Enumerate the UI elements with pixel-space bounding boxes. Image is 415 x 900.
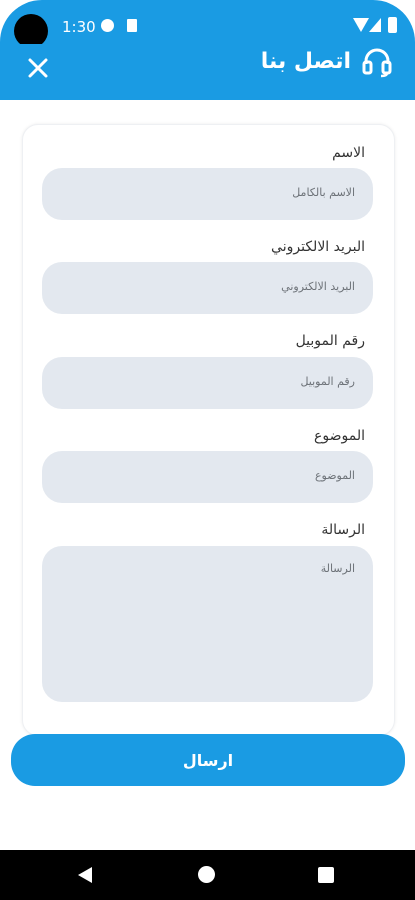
status-icons bbox=[341, 17, 401, 35]
name-field[interactable]: الاسم بالكامل bbox=[42, 168, 373, 220]
message-placeholder: الرسالة bbox=[320, 562, 355, 575]
headset-icon bbox=[362, 48, 392, 78]
app-bar: اتصل بنا bbox=[0, 44, 415, 100]
submit-button[interactable]: ارسال bbox=[11, 734, 405, 786]
home-icon[interactable] bbox=[198, 866, 215, 883]
close-icon bbox=[28, 58, 48, 78]
mobile-field[interactable]: رقم الموبيل bbox=[42, 357, 373, 409]
signal-icon bbox=[369, 18, 381, 32]
battery-icon bbox=[388, 17, 397, 33]
recents-icon[interactable] bbox=[318, 867, 334, 883]
camera-cutout bbox=[14, 14, 48, 48]
close-button[interactable] bbox=[20, 50, 56, 86]
sim-card-icon bbox=[127, 19, 137, 32]
email-placeholder: البريد الالكتروني bbox=[281, 280, 355, 293]
message-field[interactable]: الرسالة bbox=[42, 546, 373, 702]
name-label: الاسم bbox=[332, 145, 365, 161]
navigation-bar bbox=[0, 850, 415, 900]
mobile-placeholder: رقم الموبيل bbox=[300, 375, 355, 388]
subject-placeholder: الموضوع bbox=[314, 469, 355, 482]
wifi-icon bbox=[353, 18, 369, 32]
status-time: 1:30 bbox=[62, 18, 96, 36]
notification-icon bbox=[101, 19, 114, 32]
mobile-label: رقم الموبيل bbox=[295, 333, 365, 349]
subject-label: الموضوع bbox=[314, 428, 365, 444]
name-placeholder: الاسم بالكامل bbox=[292, 186, 355, 199]
back-icon[interactable] bbox=[78, 867, 92, 883]
page-title: اتصل بنا bbox=[260, 49, 351, 74]
email-label: البريد الالكتروني bbox=[271, 239, 365, 255]
email-field[interactable]: البريد الالكتروني bbox=[42, 262, 373, 314]
subject-field[interactable]: الموضوع bbox=[42, 451, 373, 503]
status-bar: 1:30 bbox=[0, 0, 415, 48]
message-label: الرسالة bbox=[321, 522, 365, 538]
